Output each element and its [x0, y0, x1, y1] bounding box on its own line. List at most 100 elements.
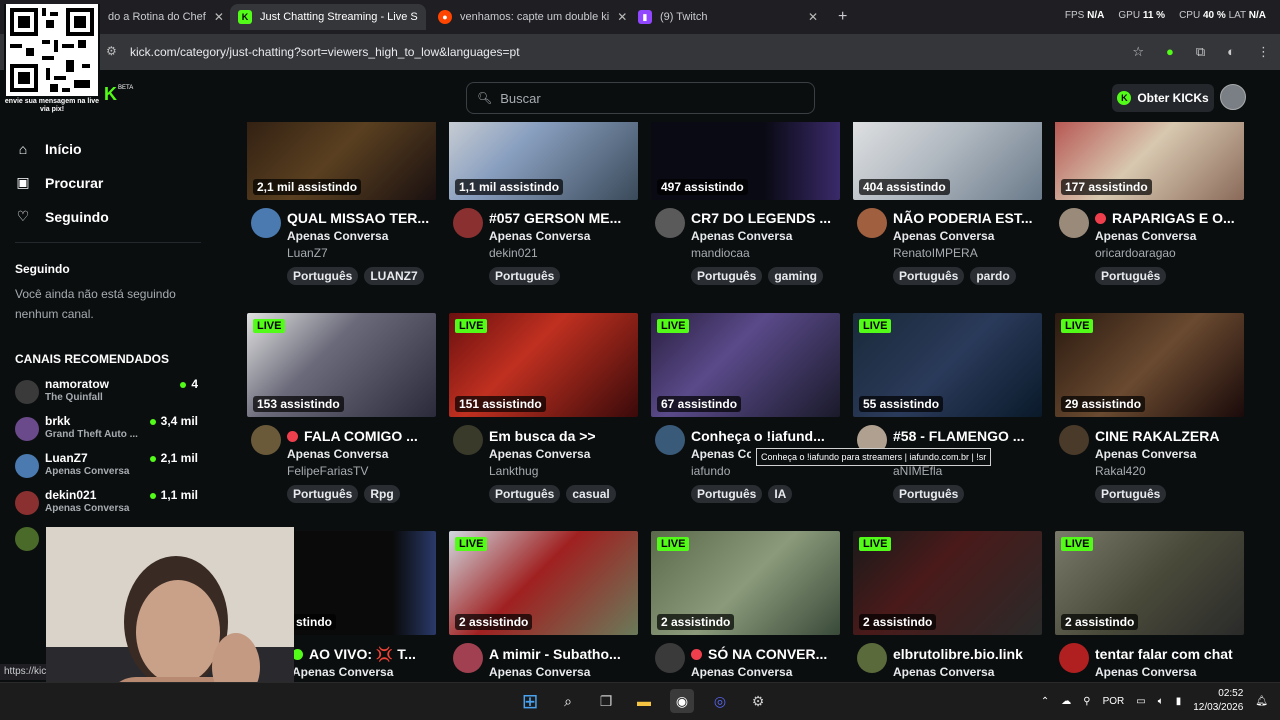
- stream-title[interactable]: RAPARIGAS E O...: [1095, 210, 1243, 226]
- stream-title[interactable]: AO VIVO: 💢 T...: [292, 646, 440, 663]
- file-explorer-icon[interactable]: ▬: [632, 689, 656, 713]
- stream-category[interactable]: Apenas Conversa: [893, 229, 1041, 243]
- channel-avatar[interactable]: [453, 208, 483, 238]
- recommended-channel[interactable]: namoratow The Quinfall 4: [15, 377, 205, 409]
- stream-category[interactable]: Apenas Conversa: [287, 229, 435, 243]
- tag[interactable]: Português: [489, 485, 561, 503]
- stream-title[interactable]: CR7 DO LEGENDS ...: [691, 210, 839, 226]
- stream-category[interactable]: Apenas Conversa: [287, 447, 435, 461]
- tag[interactable]: IA: [768, 485, 793, 503]
- avatar[interactable]: [15, 527, 39, 551]
- tag[interactable]: gaming: [768, 267, 824, 285]
- recommended-channel[interactable]: dekin021 Apenas Conversa 1,1 mil: [15, 488, 205, 520]
- stream-card[interactable]: LIVE 29 assistindo CINE RAKALZERA Apenas…: [1055, 313, 1244, 503]
- channel-avatar[interactable]: [251, 208, 281, 238]
- stream-card[interactable]: 177 assistindo RAPARIGAS E O... Apenas C…: [1055, 122, 1244, 292]
- chrome-icon[interactable]: ◉: [670, 689, 694, 713]
- stream-title[interactable]: elbrutolibre.bio.link: [893, 646, 1041, 662]
- sidebar-item-browse[interactable]: ▣ Procurar: [15, 174, 103, 191]
- search-icon[interactable]: ⌕: [556, 689, 580, 713]
- stream-title[interactable]: #58 - FLAMENGO ...: [893, 428, 1041, 444]
- stream-card[interactable]: LIVE 2 assistindo A mimir - Subatho... A…: [449, 531, 638, 681]
- notification-icon[interactable]: 🔔︎: [1255, 696, 1268, 707]
- tag[interactable]: Português: [691, 485, 763, 503]
- get-kicks-button[interactable]: K Obter KICKs: [1112, 84, 1214, 112]
- stream-card[interactable]: LIVE 2 assistindo elbrutolibre.bio.link …: [853, 531, 1042, 681]
- tag[interactable]: Português: [691, 267, 763, 285]
- channel-avatar[interactable]: [453, 643, 483, 673]
- search-box[interactable]: 🔍︎: [466, 82, 815, 114]
- language-indicator[interactable]: POR: [1103, 696, 1125, 707]
- stream-thumbnail[interactable]: LIVE 2 assistindo: [1055, 531, 1244, 635]
- tag[interactable]: Português: [893, 485, 965, 503]
- kick-logo[interactable]: K: [104, 84, 117, 105]
- browser-tab[interactable]: do a Rotina do Chef ✕: [100, 4, 228, 30]
- stream-thumbnail[interactable]: LIVE 67 assistindo: [651, 313, 840, 417]
- task-view-icon[interactable]: ❐: [594, 689, 618, 713]
- browser-tab-active[interactable]: K Just Chatting Streaming - Live S ✕: [230, 4, 426, 30]
- channel-name[interactable]: iafundo: [691, 464, 730, 478]
- channel-avatar[interactable]: [655, 208, 685, 238]
- tag[interactable]: Português: [1095, 267, 1167, 285]
- stream-card[interactable]: LIVE 55 assistindo #58 - FLAMENGO ... aN…: [853, 313, 1042, 503]
- recommended-channel[interactable]: LuanZ7 Apenas Conversa 2,1 mil: [15, 451, 205, 483]
- extension-icon[interactable]: ●: [1166, 44, 1174, 60]
- site-info-icon[interactable]: ⚙: [106, 44, 122, 60]
- channel-name[interactable]: Lankthug: [489, 464, 538, 478]
- volume-icon[interactable]: 🔈︎: [1158, 696, 1164, 707]
- stream-card[interactable]: 1,1 mil assistindo #057 GERSON ME... Ape…: [449, 122, 638, 292]
- stream-thumbnail[interactable]: LIVE 2 assistindo: [853, 531, 1042, 635]
- channel-name[interactable]: aNIMEfla: [893, 464, 942, 478]
- stream-thumbnail[interactable]: LIVE 151 assistindo: [449, 313, 638, 417]
- tag[interactable]: Português: [287, 267, 359, 285]
- stream-category[interactable]: Apenas Conversa: [489, 229, 637, 243]
- stream-category[interactable]: Apenas Co: [691, 447, 751, 461]
- stream-thumbnail[interactable]: LIVE 2 assistindo: [651, 531, 840, 635]
- stream-card[interactable]: 404 assistindo NÃO PODERIA EST... Apenas…: [853, 122, 1042, 292]
- stream-title[interactable]: CINE RAKALZERA: [1095, 428, 1243, 444]
- bookmark-star-icon[interactable]: ☆: [1132, 44, 1144, 60]
- steam-icon[interactable]: ⚙: [746, 689, 770, 713]
- windows-start-icon[interactable]: ⊞: [518, 689, 542, 713]
- channel-avatar[interactable]: [1059, 208, 1089, 238]
- stream-title[interactable]: QUAL MISSAO TER...: [287, 210, 435, 226]
- stream-category[interactable]: Apenas Conversa: [489, 447, 637, 461]
- close-tab-icon[interactable]: ✕: [418, 10, 427, 24]
- channel-avatar[interactable]: [655, 643, 685, 673]
- channel-name[interactable]: oricardoaragao: [1095, 246, 1176, 260]
- close-tab-icon[interactable]: ✕: [206, 10, 224, 24]
- stream-thumbnail[interactable]: 2,1 mil assistindo: [247, 122, 436, 200]
- chevron-up-icon[interactable]: ⌃: [1041, 696, 1049, 707]
- stream-title[interactable]: #057 GERSON ME...: [489, 210, 637, 226]
- stream-card[interactable]: LIVE 2 assistindo SÓ NA CONVER... Apenas…: [651, 531, 840, 681]
- extensions-puzzle-icon[interactable]: ⧉: [1196, 44, 1205, 60]
- stream-title[interactable]: Conheça o !iafund...: [691, 428, 839, 444]
- stream-thumbnail[interactable]: LIVE 2 assistindo: [449, 531, 638, 635]
- tag[interactable]: pardo: [970, 267, 1016, 285]
- stream-thumbnail[interactable]: LIVE 29 assistindo: [1055, 313, 1244, 417]
- tag[interactable]: Português: [287, 485, 359, 503]
- channel-avatar[interactable]: [1059, 643, 1089, 673]
- channel-avatar[interactable]: [857, 643, 887, 673]
- channel-name[interactable]: mandiocaa: [691, 246, 750, 260]
- channel-name[interactable]: RenatoIMPERA: [893, 246, 978, 260]
- tag[interactable]: casual: [566, 485, 616, 503]
- user-avatar[interactable]: [1220, 84, 1246, 110]
- stream-category[interactable]: Apenas Conversa: [893, 665, 1041, 679]
- cloud-icon[interactable]: ☁: [1061, 696, 1071, 707]
- menu-dots-icon[interactable]: ⋮: [1257, 44, 1270, 60]
- stream-title[interactable]: SÓ NA CONVER...: [691, 646, 839, 662]
- clock[interactable]: 02:52 12/03/2026: [1193, 687, 1243, 715]
- channel-name[interactable]: LuanZ7: [287, 246, 328, 260]
- battery-icon[interactable]: ▮: [1176, 696, 1182, 707]
- stream-thumbnail[interactable]: 404 assistindo: [853, 122, 1042, 200]
- channel-name[interactable]: Rakal420: [1095, 464, 1146, 478]
- stream-thumbnail[interactable]: LIVE 55 assistindo: [853, 313, 1042, 417]
- stream-title[interactable]: A mimir - Subatho...: [489, 646, 637, 662]
- stream-card[interactable]: LIVE 151 assistindo Em busca da >> Apena…: [449, 313, 638, 503]
- network-icon[interactable]: ⚲: [1083, 696, 1090, 707]
- stream-title[interactable]: FALA COMIGO ...: [287, 428, 435, 444]
- stream-category[interactable]: Apenas Conversa: [1095, 447, 1243, 461]
- stream-thumbnail[interactable]: LIVE 153 assistindo: [247, 313, 436, 417]
- stream-card[interactable]: LIVE 2 assistindo tentar falar com chat …: [1055, 531, 1244, 681]
